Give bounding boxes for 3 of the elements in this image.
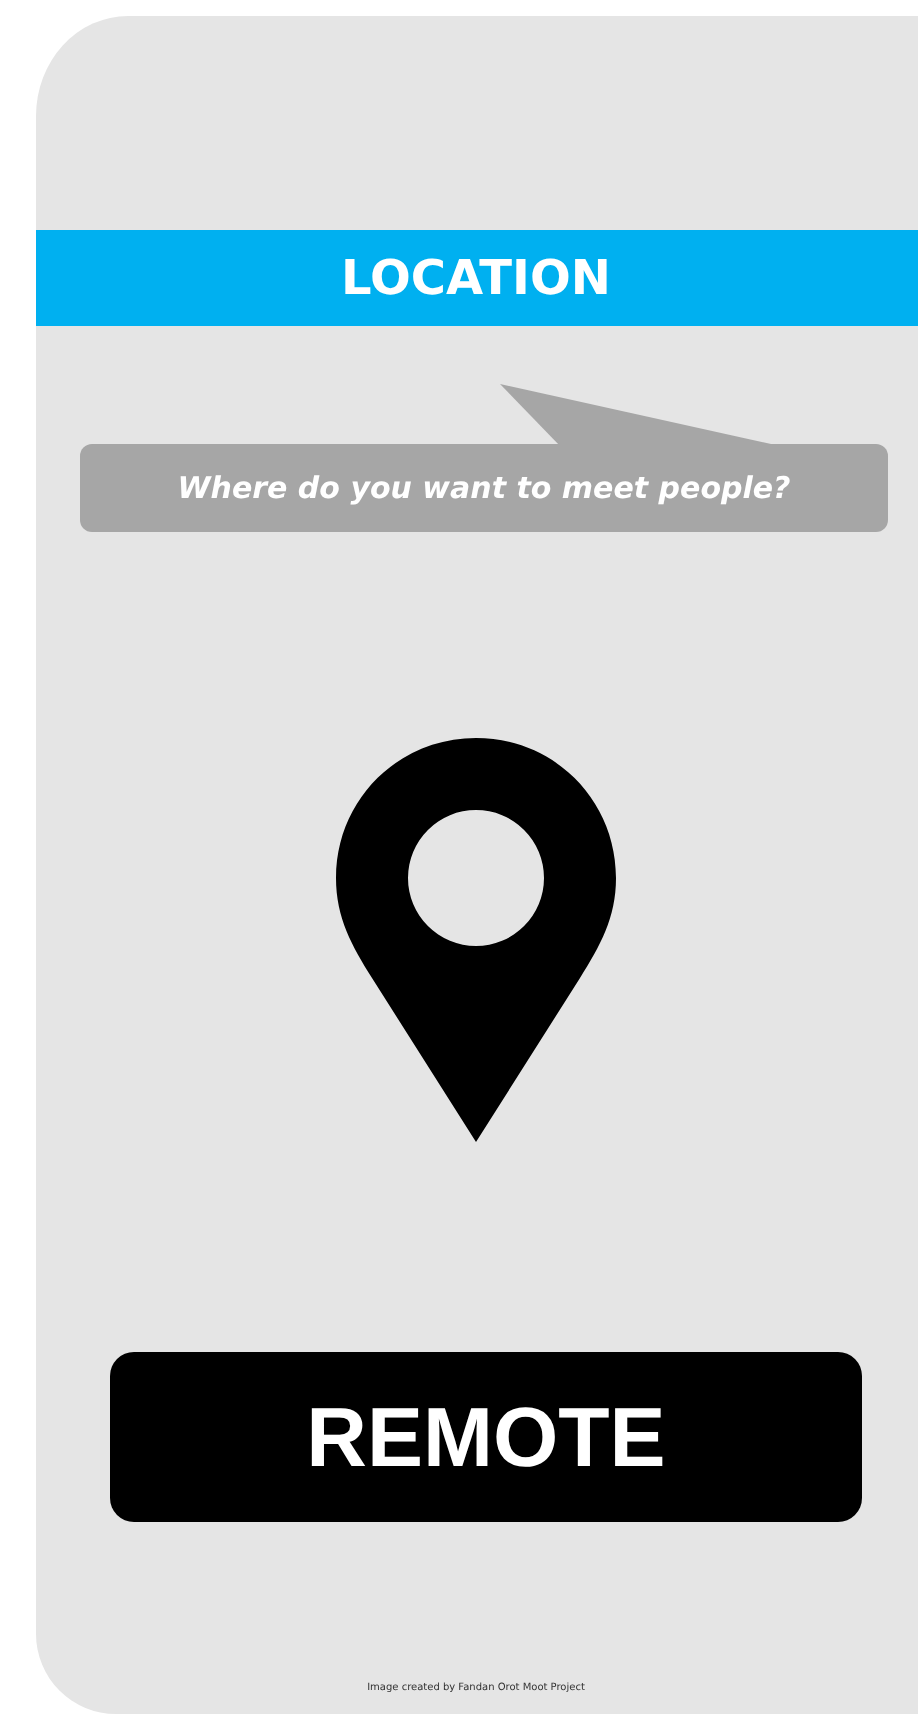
- remote-button[interactable]: REMOTE: [110, 1352, 862, 1522]
- location-pin-icon: [336, 738, 616, 1142]
- header-title: LOCATION: [36, 230, 918, 326]
